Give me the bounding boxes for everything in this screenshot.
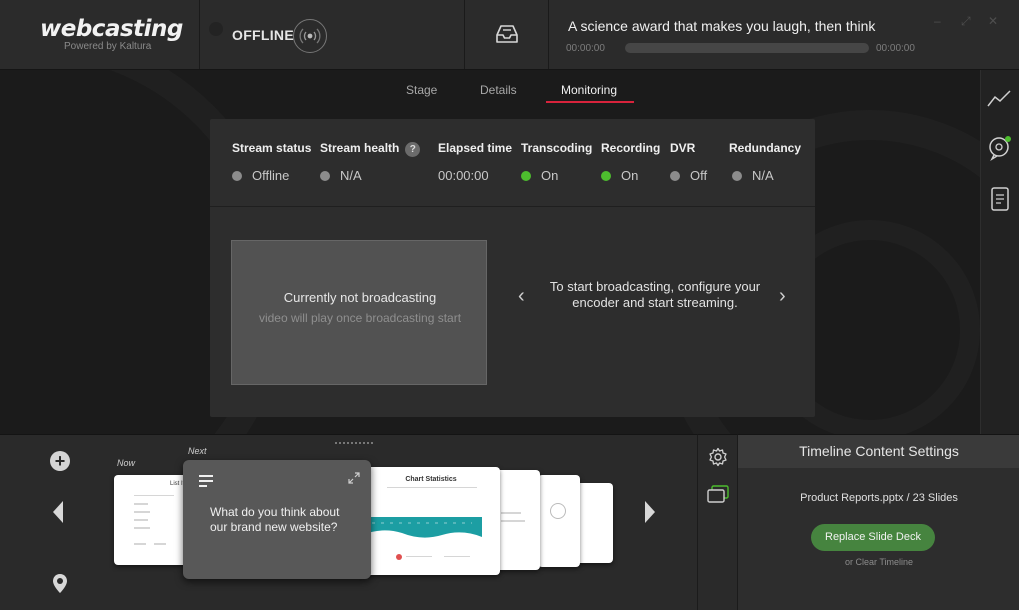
inbox-button[interactable] [466, 0, 549, 69]
column-title: Stream status [232, 141, 312, 155]
next-label: Next [188, 446, 207, 456]
recording-column: Recording On [601, 141, 661, 183]
carousel-next-button[interactable]: › [779, 285, 786, 308]
chart-thumbnail-graphic [362, 517, 482, 538]
slide-thumbnail[interactable] [538, 475, 580, 567]
current-slide-thumbnail[interactable]: List It [114, 475, 194, 565]
now-label: Now [117, 458, 136, 468]
close-icon[interactable]: ✕ [988, 14, 998, 28]
stream-health-value: N/A [340, 168, 362, 183]
status-dot [670, 171, 680, 181]
help-icon[interactable]: ? [405, 142, 421, 157]
timeline-prev-button[interactable] [50, 499, 66, 525]
dvr-value: Off [690, 168, 708, 183]
settings-header: Timeline Content Settings [738, 435, 1019, 468]
resize-handle[interactable] [335, 442, 373, 444]
right-sidebar [980, 70, 1019, 434]
chat-icon[interactable] [986, 133, 1014, 161]
top-bar: webcasting Powered by Kaltura OFFLINE A … [0, 0, 1019, 70]
stage-area: Stage Details Monitoring Stream status O… [0, 70, 980, 434]
next-slide-card[interactable]: What do you think about our brand new we… [183, 460, 371, 579]
transcoding-value: On [541, 168, 559, 183]
status-dot [601, 171, 611, 181]
redundancy-column: Redundancy N/A [729, 141, 802, 183]
time-start: 00:00:00 [566, 43, 605, 54]
preview-title: Currently not broadcasting [283, 290, 437, 305]
notes-icon[interactable] [986, 185, 1014, 213]
elapsed-time-value: 00:00:00 [438, 168, 489, 183]
redundancy-value: N/A [752, 168, 774, 183]
slide-deck-name: Product Reports.pptx / 23 Slides [800, 492, 958, 504]
recording-value: On [621, 168, 639, 183]
slide-timeline: + Now Next Chart Statistics List It What… [0, 434, 697, 610]
status-indicator [209, 22, 223, 36]
slide-thumbnail[interactable] [495, 470, 540, 570]
inbox-icon [496, 25, 518, 43]
preview-subtitle: video will play once broadcasting start [258, 311, 462, 325]
expand-icon[interactable] [348, 472, 360, 484]
transcoding-column: Transcoding On [521, 141, 593, 183]
column-title: Stream health [320, 141, 400, 155]
slides-icon[interactable] [706, 484, 730, 504]
monitoring-panel: Stream status Offline Stream health? N/A… [210, 119, 815, 417]
menu-icon [199, 475, 213, 487]
status-dot [732, 171, 742, 181]
location-pin-icon[interactable] [51, 573, 69, 595]
dvr-column: DVR Off [670, 141, 707, 183]
video-preview: Currently not broadcasting video will pl… [231, 240, 487, 385]
slide-thumbnail[interactable] [575, 483, 613, 563]
chart-slide-thumbnail[interactable]: Chart Statistics [362, 467, 500, 575]
active-tab-indicator [546, 101, 634, 103]
broadcast-icon[interactable] [293, 19, 327, 53]
minimize-icon[interactable]: – [934, 14, 941, 28]
column-title: Elapsed time [438, 141, 513, 155]
status-label: OFFLINE [232, 27, 294, 43]
column-title: Redundancy [729, 141, 802, 155]
clear-timeline-link[interactable]: or Clear Timeline [738, 557, 1019, 567]
logo-subtitle: Powered by Kaltura [64, 41, 152, 52]
carousel-prev-button[interactable]: ‹ [518, 285, 525, 308]
event-title: A science award that makes you laugh, th… [568, 18, 876, 34]
column-title: DVR [670, 141, 696, 155]
stage-tabs: Stage Details Monitoring [396, 70, 656, 104]
playback-progress[interactable] [625, 43, 869, 53]
column-title: Recording [601, 141, 661, 155]
maximize-icon[interactable]: ⤢ [961, 14, 971, 29]
chart-slide-title: Chart Statistics [405, 476, 457, 483]
time-end: 00:00:00 [876, 43, 915, 54]
status-dot [232, 171, 242, 181]
window-controls: – ⤢ ✕ [934, 14, 1004, 28]
next-slide-text: What do you think about our brand new we… [210, 505, 340, 534]
logo: webcasting Powered by Kaltura [0, 0, 200, 69]
gear-icon[interactable] [708, 447, 728, 467]
logo-title: webcasting [40, 16, 183, 42]
add-slide-button[interactable]: + [50, 451, 70, 471]
stream-status-column: Stream status Offline [232, 141, 312, 183]
tab-stage[interactable]: Stage [406, 83, 437, 97]
status-dot [320, 171, 330, 181]
timeline-content-settings: Timeline Content Settings Product Report… [737, 434, 1019, 610]
analytics-icon[interactable] [986, 86, 1014, 110]
timeline-tools [697, 434, 737, 610]
tab-monitoring[interactable]: Monitoring [561, 83, 617, 97]
stream-health-column: Stream health? N/A [320, 141, 421, 183]
carousel-message: To start broadcasting, configure your en… [549, 279, 761, 310]
replace-slide-deck-button[interactable]: Replace Slide Deck [811, 524, 935, 551]
timeline-next-button[interactable] [642, 499, 658, 525]
monitoring-status-row: Stream status Offline Stream health? N/A… [210, 119, 815, 207]
column-title: Transcoding [521, 141, 593, 155]
broadcast-status: OFFLINE [201, 0, 465, 69]
elapsed-time-column: Elapsed time 00:00:00 [438, 141, 513, 183]
stream-status-value: Offline [252, 168, 290, 183]
status-dot [521, 171, 531, 181]
tab-details[interactable]: Details [480, 83, 517, 97]
